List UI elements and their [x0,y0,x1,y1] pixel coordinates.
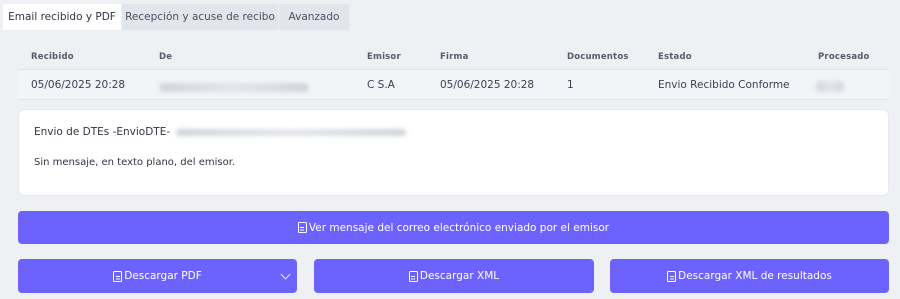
message-subject-text: Envio de DTEs -EnvioDTE- [34,126,171,138]
tab-recepcion-acuse[interactable]: Recepción y acuse de recibo [122,4,278,30]
header-estado: Estado [658,52,692,62]
chevron-down-icon[interactable] [280,269,291,280]
cell-documentos: 1 [567,79,574,91]
header-procesado: Procesado [818,52,870,62]
download-pdf-button[interactable]: Descargar PDF [18,259,297,293]
subject-redacted [175,128,406,136]
view-email-label: Ver mensaje del correo electrónico envia… [308,221,610,234]
file-check-icon [667,270,677,282]
file-pdf-icon [113,270,123,282]
tab-email-pdf[interactable]: Email recibido y PDF [3,4,121,30]
file-code-icon [408,270,418,282]
message-body: Sin mensaje, en texto plano, del emisor. [34,157,236,168]
tab-avanzado[interactable]: Avanzado [279,4,349,30]
download-xml-results-button[interactable]: Descargar XML de resultados [610,259,889,293]
header-emisor: Emisor [367,52,401,62]
message-card: Envio de DTEs -EnvioDTE- Sin mensaje, en… [18,109,889,196]
header-firma: Firma [440,52,469,62]
header-de: De [159,52,173,62]
table-row[interactable]: 05/06/2025 20:28 C S.A 05/06/2025 20:28 … [18,70,889,100]
cell-recibido: 05/06/2025 20:28 [31,79,126,91]
header-documentos: Documentos [567,52,629,62]
cell-de-redacted [159,81,309,93]
message-subject: Envio de DTEs -EnvioDTE- [34,126,406,138]
table-header: Recibido De Emisor Firma Documentos Esta… [18,42,889,70]
download-xml-results-label: Descargar XML de resultados [678,270,832,282]
view-email-button[interactable]: Ver mensaje del correo electrónico envia… [18,211,889,244]
cell-estado: Envio Recibido Conforme [658,79,790,91]
download-xml-label: Descargar XML [419,270,500,282]
download-xml-button[interactable]: Descargar XML [314,259,594,293]
cell-procesado-redacted [816,80,844,92]
tab-bar: Email recibido y PDF Recepción y acuse d… [3,4,350,30]
cell-firma: 05/06/2025 20:28 [440,79,535,91]
header-recibido: Recibido [31,52,74,62]
cell-emisor: C S.A [367,79,395,91]
document-icon [297,222,307,233]
download-pdf-label: Descargar PDF [124,270,202,282]
